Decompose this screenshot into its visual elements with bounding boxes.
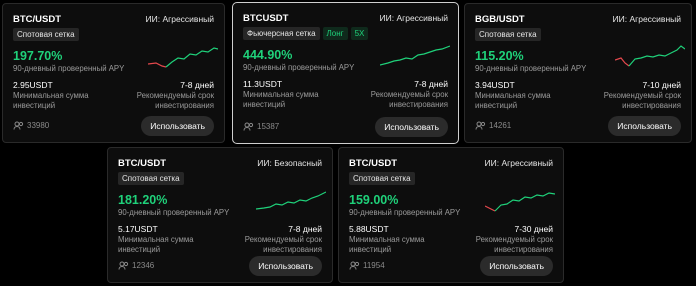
period-label: Рекомендуемый срок инвестирования [244,235,322,254]
ai-mode: ИИ: Агрессивный [484,158,553,168]
period-label: Рекомендуемый срок инвестирования [603,91,681,110]
user-count-value: 12346 [132,261,155,270]
user-count: 33980 [13,121,49,130]
users-icon [243,122,254,131]
period-label: Рекомендуемый срок инвестирования [136,91,214,110]
use-button[interactable]: Использовать [375,117,448,137]
user-count: 14261 [475,121,511,130]
ai-mode: ИИ: Безопасный [257,158,322,168]
ai-mode: ИИ: Агрессивный [145,14,214,24]
use-button[interactable]: Использовать [141,116,214,136]
period-value: 7-30 дней [514,224,553,234]
min-investment-value: 2.95USDT [13,80,53,90]
sparkline-chart [256,191,326,210]
sparkline-chart [615,45,685,67]
trading-pair: BTC/USDT [13,14,62,25]
use-button[interactable]: Использовать [480,256,553,276]
period-value: 7-10 дней [642,80,681,90]
trading-pair: BTC/USDT [118,158,167,169]
apy-value: 159.00% [349,193,399,207]
apy-value: 197.70% [13,49,63,63]
tag-list: Спотовая сетка [13,28,79,41]
period-value: 7-8 дней [288,224,322,234]
period-label: Рекомендуемый срок инвестирования [475,235,553,254]
strategy-card[interactable]: BTC/USDT ИИ: Агрессивный Спотовая сетка … [338,147,564,283]
period-label: Рекомендуемый срок инвестирования [370,90,448,109]
tag-list: Спотовая сетка [118,172,184,185]
strategy-type-tag: Спотовая сетка [118,172,184,185]
trading-pair: BGB/USDT [475,14,525,25]
trading-pair: BTC/USDT [349,158,398,169]
user-count: 12346 [118,261,154,270]
strategy-card[interactable]: BTC/USDT ИИ: Агрессивный Спотовая сетка … [2,3,225,143]
sparkline-chart [485,192,555,212]
strategy-card[interactable]: BTC/USDT ИИ: Безопасный Спотовая сетка 1… [107,147,333,283]
apy-label: 90-дневный проверенный APY [349,208,461,217]
apy-label: 90-дневный проверенный APY [475,64,587,73]
use-button[interactable]: Использовать [608,116,681,136]
apy-label: 90-дневный проверенный APY [243,63,355,72]
users-icon [118,261,129,270]
leverage-tag: 5X [350,27,369,40]
strategy-type-tag: Спотовая сетка [475,28,541,41]
user-count-value: 11954 [363,261,385,270]
ai-mode: ИИ: Агрессивный [612,14,681,24]
ai-mode: ИИ: Агрессивный [379,13,448,23]
strategy-card[interactable]: BTCUSDT ИИ: Агрессивный Фьючерсная сетка… [232,2,459,144]
use-button[interactable]: Использовать [249,256,322,276]
users-icon [349,261,360,270]
user-count-value: 15387 [257,122,280,131]
tag-list: Спотовая сетка [349,172,415,185]
user-count-value: 14261 [489,121,512,130]
apy-value: 181.20% [118,193,168,207]
strategy-card[interactable]: BGB/USDT ИИ: Агрессивный Спотовая сетка … [464,3,692,143]
min-investment-value: 5.17USDT [118,224,158,234]
user-count: 15387 [243,122,279,131]
min-investment-value: 11.3USDT [243,79,283,89]
apy-label: 90-дневный проверенный APY [118,208,230,217]
apy-label: 90-дневный проверенный APY [13,64,125,73]
strategy-type-tag: Спотовая сетка [349,172,415,185]
strategy-type-tag: Фьючерсная сетка [243,27,320,40]
users-icon [13,121,24,130]
tag-list: Фьючерсная сетка Лонг 5X [243,27,369,40]
users-icon [475,121,486,130]
sparkline-chart [148,47,218,68]
strategy-type-tag: Спотовая сетка [13,28,79,41]
user-count: 11954 [349,261,385,270]
direction-tag: Лонг [322,27,348,40]
apy-value: 444.90% [243,48,293,62]
sparkline-chart [380,45,450,66]
user-count-value: 33980 [27,121,50,130]
period-value: 7-8 дней [180,80,214,90]
apy-value: 115.20% [475,49,524,63]
trading-pair: BTCUSDT [243,13,289,24]
period-value: 7-8 дней [414,79,448,89]
tag-list: Спотовая сетка [475,28,541,41]
min-investment-value: 5.88USDT [349,224,389,234]
min-investment-value: 3.94USDT [475,80,515,90]
